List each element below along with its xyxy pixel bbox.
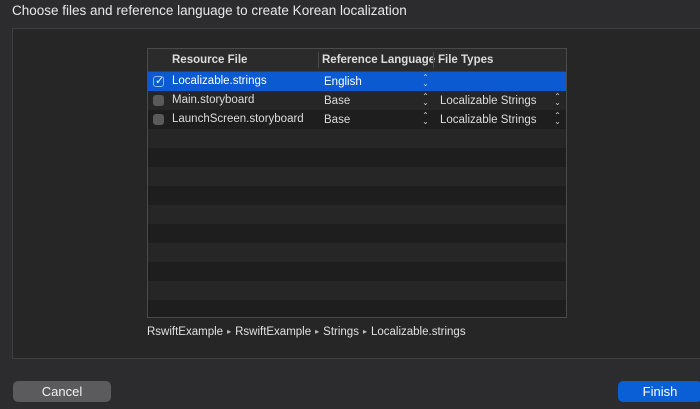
path-breadcrumb: RswiftExample ▸ RswiftExample ▸ Strings ▸ Loca… — [147, 326, 466, 338]
empty-row — [148, 167, 566, 186]
empty-row — [148, 224, 566, 243]
updown-arrows-icon[interactable]: ⌃ ⌄ — [421, 112, 430, 126]
empty-row — [148, 262, 566, 281]
chevron-right-icon: ▸ — [362, 327, 367, 336]
updown-arrows-icon[interactable]: ⌃ ⌄ — [553, 93, 562, 107]
path-component: Strings — [323, 326, 359, 338]
empty-row — [148, 148, 566, 167]
table-rows: ✓ Localizable.strings English ⌃ ⌄ Main.st… — [148, 72, 566, 317]
file-type-select[interactable]: Localizable Strings — [440, 95, 537, 107]
row-checkbox[interactable]: ✓ — [153, 75, 165, 87]
table-row[interactable]: LaunchScreen.storyboard Base ⌃ ⌄ Localiza… — [148, 110, 566, 129]
row-checkbox[interactable] — [153, 95, 164, 106]
cancel-button[interactable]: Cancel — [13, 381, 111, 402]
path-component: RswiftExample — [235, 326, 312, 338]
empty-row — [148, 243, 566, 262]
row-checkbox[interactable] — [153, 114, 164, 125]
header-reference-language[interactable]: Reference Language — [322, 54, 435, 66]
updown-arrows-icon[interactable]: ⌃ ⌄ — [421, 74, 430, 88]
updown-arrows-icon[interactable]: ⌃ ⌄ — [553, 112, 562, 126]
header-file-types[interactable]: File Types — [438, 54, 493, 66]
empty-row — [148, 300, 566, 317]
checkmark-icon: ✓ — [155, 75, 165, 87]
finish-button[interactable]: Finish — [618, 381, 700, 402]
reference-language-select[interactable]: English — [324, 76, 362, 88]
file-type-select[interactable]: Localizable Strings — [440, 114, 537, 126]
path-component: RswiftExample — [147, 326, 224, 338]
column-separator[interactable] — [318, 52, 319, 68]
chevron-right-icon: ▸ — [315, 327, 320, 336]
empty-row — [148, 205, 566, 224]
empty-row — [148, 186, 566, 205]
reference-language-select[interactable]: Base — [324, 114, 350, 126]
resource-table: Resource File Reference Language File Ty… — [147, 48, 567, 318]
empty-row — [148, 129, 566, 148]
chevron-right-icon: ▸ — [227, 327, 232, 336]
table-row[interactable]: ✓ Localizable.strings English ⌃ ⌄ — [148, 72, 566, 91]
dialog-title: Choose files and reference language to c… — [12, 3, 407, 18]
updown-arrows-icon[interactable]: ⌃ ⌄ — [421, 93, 430, 107]
empty-row — [148, 281, 566, 300]
path-component: Localizable.strings — [370, 326, 466, 338]
resource-file-name: Main.storyboard — [172, 94, 255, 106]
resource-file-name: Localizable.strings — [172, 75, 267, 87]
table-header: Resource File Reference Language File Ty… — [148, 49, 566, 72]
column-separator[interactable] — [433, 52, 434, 68]
resource-file-name: LaunchScreen.storyboard — [172, 113, 304, 125]
reference-language-select[interactable]: Base — [324, 95, 350, 107]
header-resource-file[interactable]: Resource File — [172, 54, 247, 66]
table-row[interactable]: Main.storyboard Base ⌃ ⌄ Localizable Stri… — [148, 91, 566, 110]
